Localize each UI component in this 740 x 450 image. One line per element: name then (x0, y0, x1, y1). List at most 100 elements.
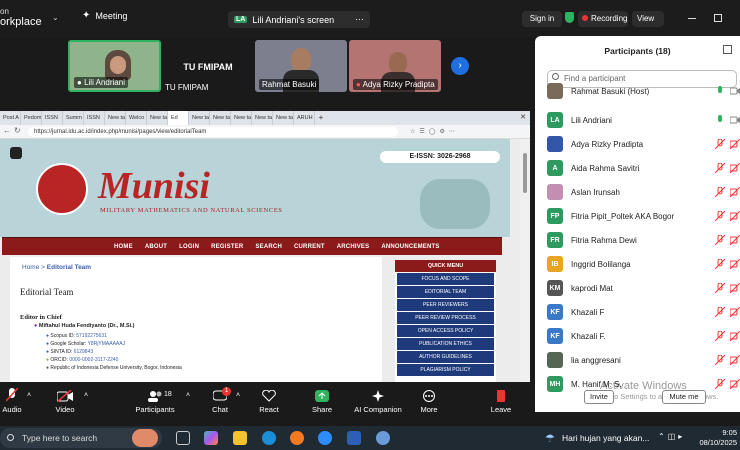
octopus-icon[interactable] (132, 429, 158, 447)
participant-row[interactable]: LA Lili Andriani (547, 108, 740, 132)
mic-muted-icon[interactable] (714, 378, 726, 390)
browser-tab[interactable]: ISSN (84, 111, 105, 125)
edge-icon[interactable] (262, 431, 276, 445)
participant-row[interactable]: IB Inggrid Bolilanga (547, 252, 740, 276)
shield-icon[interactable] (565, 12, 574, 23)
next-videos-button[interactable]: › (451, 57, 469, 75)
maximize-icon[interactable] (714, 14, 722, 22)
nav-home[interactable]: HOME (114, 244, 133, 250)
browser-tab[interactable]: Summ (63, 111, 84, 125)
participant-row[interactable]: MH M. Hanif M. S. (547, 372, 740, 396)
firefox-icon[interactable] (290, 431, 304, 445)
file-explorer-icon[interactable] (233, 431, 247, 445)
participants-button[interactable]: Participants (130, 382, 180, 416)
mic-muted-icon[interactable] (714, 354, 726, 366)
extensions-icon[interactable]: ☆☰◯⚙⋯ (410, 128, 510, 136)
nav-archives[interactable]: ARCHIVES (337, 244, 370, 250)
more-button[interactable]: More (416, 382, 442, 416)
camera-icon[interactable] (729, 86, 740, 96)
mic-muted-icon[interactable] (714, 330, 726, 342)
video-tile-tu-fmipam[interactable]: TU FMIPAM TU FMIPAM (163, 40, 253, 92)
participant-row[interactable]: KM kaprodi Mat (547, 276, 740, 300)
leave-button[interactable]: Leave (488, 382, 514, 416)
close-window-icon[interactable]: ✕ (516, 111, 530, 125)
audio-button[interactable]: Audio (0, 382, 24, 416)
nav-current[interactable]: CURRENT (294, 244, 325, 250)
participant-row[interactable]: KF Khazali F (547, 300, 740, 324)
quick-menu-item[interactable]: OPEN ACCESS POLICY (397, 325, 494, 337)
camera-off-icon[interactable] (729, 162, 740, 174)
breadcrumb-current[interactable]: Editorial Team (47, 264, 91, 271)
mic-muted-icon[interactable] (714, 282, 726, 294)
chat-options-chevron[interactable]: ˄ (236, 392, 240, 399)
quick-menu-item[interactable]: PLAGIARISM POLICY (397, 364, 494, 376)
mic-muted-icon[interactable] (714, 258, 726, 270)
mic-muted-icon[interactable] (714, 210, 726, 222)
participant-row[interactable]: KF Khazali F. (547, 324, 740, 348)
browser-tab[interactable]: ISSN (42, 111, 63, 125)
camera-off-icon[interactable] (729, 354, 740, 366)
copilot-icon[interactable] (204, 431, 218, 445)
video-options-chevron[interactable]: ˄ (84, 392, 88, 399)
weather-text[interactable]: Hari hujan yang akan... (562, 433, 649, 443)
audio-options-chevron[interactable]: ˄ (27, 392, 31, 399)
participant-row[interactable]: FP Fitria Pipit_Poltek AKA Bogor (547, 204, 740, 228)
pop-out-icon[interactable] (723, 45, 732, 54)
participant-row[interactable]: FR Fitria Rahma Dewi (547, 228, 740, 252)
scrollbar-thumb[interactable] (523, 153, 527, 193)
video-tile-lili[interactable]: ● Lili Andriani (68, 40, 161, 92)
tab-shared-screen[interactable]: LA Lili Andriani's screen ⋯ (228, 11, 370, 28)
react-button[interactable]: React (256, 382, 282, 416)
browser-tab[interactable]: Post A (0, 111, 21, 125)
mic-muted-icon[interactable] (714, 306, 726, 318)
browser-tab[interactable]: New ta (273, 111, 294, 125)
camera-off-icon[interactable] (729, 306, 740, 318)
nav-search[interactable]: SEARCH (255, 244, 282, 250)
nav-login[interactable]: LOGIN (179, 244, 199, 250)
nav-about[interactable]: ABOUT (145, 244, 167, 250)
browser-tab[interactable]: New ta (105, 111, 126, 125)
clock[interactable]: 9:05 08/10/2025 (697, 428, 737, 448)
quick-menu-item[interactable]: PUBLICATION ETHICS (397, 338, 494, 350)
nav-announcements[interactable]: ANNOUNCEMENTS (381, 244, 439, 250)
browser-tab-active[interactable]: Ed (168, 111, 189, 125)
back-icon[interactable]: ← (3, 126, 11, 135)
browser-tab[interactable]: New ta (189, 111, 210, 125)
nav-register[interactable]: REGISTER (211, 244, 243, 250)
mic-muted-icon[interactable] (714, 186, 726, 198)
camera-off-icon[interactable] (729, 186, 740, 198)
participant-row[interactable]: Adya Rizky Pradipta (547, 132, 740, 156)
camera-off-icon[interactable] (729, 210, 740, 222)
minimize-icon[interactable] (688, 18, 696, 19)
system-tray-icons[interactable]: ⌃◫▸ (658, 432, 685, 441)
mic-muted-icon[interactable] (714, 234, 726, 246)
participants-options-chevron[interactable]: ˄ (186, 392, 190, 399)
mic-muted-icon[interactable] (714, 138, 726, 150)
chat-button[interactable]: Chat (206, 382, 234, 416)
chevron-down-icon[interactable]: ⌄ (52, 13, 59, 22)
breadcrumb-home[interactable]: Home (22, 264, 39, 271)
browser-tab[interactable]: New ta (231, 111, 252, 125)
new-tab-icon[interactable]: + (315, 111, 327, 125)
browser-tab[interactable]: New ta (147, 111, 168, 125)
participant-row[interactable]: A Aida Rahma Savitri (547, 156, 740, 180)
browser-tab[interactable]: ARUH (294, 111, 315, 125)
browser-tab[interactable]: Welco (126, 111, 147, 125)
quick-menu-item[interactable]: PEER REVIEW PROCESS (397, 312, 494, 324)
quick-menu-item[interactable]: EDITORIAL TEAM (397, 286, 494, 298)
participant-row[interactable]: Rahmat Basuki (Host) (547, 83, 740, 99)
camera-off-icon[interactable] (729, 378, 740, 390)
video-button[interactable]: Video (50, 382, 80, 416)
camera-off-icon[interactable] (729, 138, 740, 150)
page-settings-icon[interactable] (10, 147, 22, 159)
camera-off-icon[interactable] (729, 258, 740, 270)
mic-icon[interactable] (715, 115, 725, 125)
task-view-icon[interactable] (176, 431, 190, 445)
photos-icon[interactable] (376, 431, 390, 445)
camera-off-icon[interactable] (729, 282, 740, 294)
recording-indicator[interactable]: Recording (578, 11, 628, 27)
zoom-icon[interactable] (318, 431, 332, 445)
camera-off-icon[interactable] (729, 330, 740, 342)
quick-menu-item[interactable]: FOCUS AND SCOPE (397, 273, 494, 285)
more-icon[interactable]: ⋯ (355, 14, 364, 25)
